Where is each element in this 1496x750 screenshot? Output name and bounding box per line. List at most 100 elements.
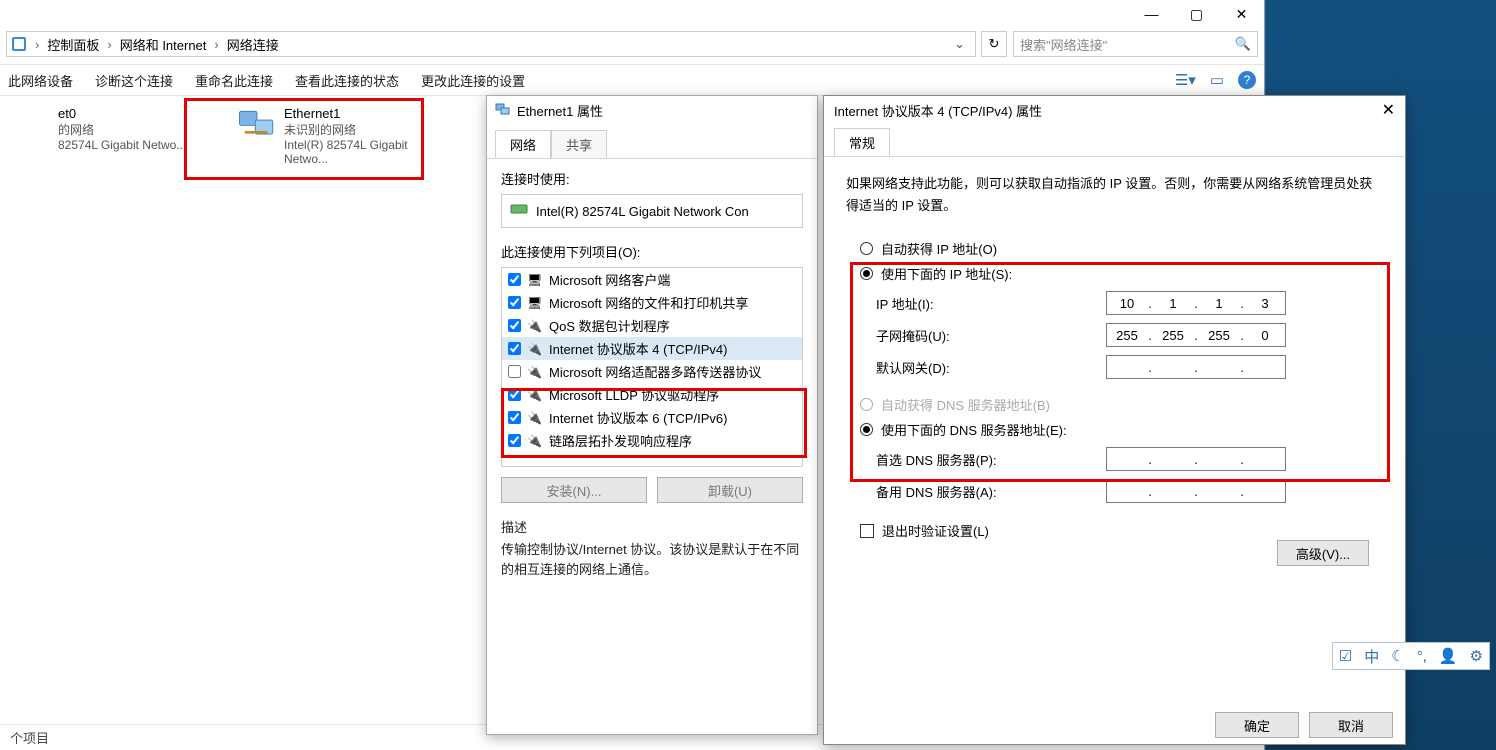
help-text: 如果网络支持此功能，则可以获取自动指派的 IP 设置。否则，你需要从网络系统管理…: [846, 173, 1383, 217]
cmd-change-settings[interactable]: 更改此连接的设置: [421, 71, 525, 90]
item-checkbox[interactable]: [508, 273, 521, 286]
cancel-button[interactable]: 取消: [1309, 712, 1393, 738]
item-checkbox[interactable]: [508, 388, 521, 401]
maximize-button[interactable]: ▢: [1174, 0, 1219, 28]
item-checkbox[interactable]: [508, 342, 521, 355]
help-icon[interactable]: ?: [1238, 71, 1256, 89]
service-icon: 🖥: [527, 296, 543, 310]
tab-general[interactable]: 常规: [834, 128, 890, 156]
cmd-diagnose[interactable]: 诊断这个连接: [95, 71, 173, 90]
octet[interactable]: 1: [1153, 296, 1193, 311]
close-icon[interactable]: ✕: [1382, 100, 1395, 120]
dns2-label: 备用 DNS 服务器(A):: [876, 482, 1106, 501]
ime-toolbar[interactable]: ☑ 中 ☾ °, 👤 ⚙: [1332, 642, 1490, 670]
cmd-view-status[interactable]: 查看此连接的状态: [295, 71, 399, 90]
tab-network[interactable]: 网络: [495, 130, 551, 158]
control-panel-icon: [11, 36, 27, 52]
connect-using-field[interactable]: Intel(R) 82574L Gigabit Network Con: [501, 194, 803, 228]
octet[interactable]: 255: [1199, 328, 1239, 343]
protocol-icon: 🔌: [527, 434, 543, 448]
uninstall-button[interactable]: 卸载(U): [657, 477, 803, 503]
radio-ip-manual[interactable]: 使用下面的 IP 地址(S):: [860, 264, 1369, 283]
ip-address-field[interactable]: 10. 1. 1. 3: [1106, 291, 1286, 315]
ip-address-label: IP 地址(I):: [876, 294, 1106, 313]
list-item[interactable]: 🖥Microsoft 网络的文件和打印机共享: [502, 291, 802, 314]
list-item[interactable]: 🔌 链路层拓扑发现响应程序: [502, 429, 802, 452]
nic-small-icon: [495, 101, 511, 120]
gateway-label: 默认网关(D):: [876, 358, 1106, 377]
item-label: Microsoft 网络客户端: [549, 270, 670, 289]
install-button[interactable]: 安装(N)...: [501, 477, 647, 503]
adapter-status: 的网络: [58, 121, 220, 138]
item-checkbox[interactable]: [508, 296, 521, 309]
connect-using-value: Intel(R) 82574L Gigabit Network Con: [536, 204, 749, 219]
cmd-organize[interactable]: 此网络设备: [8, 71, 73, 90]
item-label: Internet 协议版本 4 (TCP/IPv4): [549, 339, 727, 358]
crumb-network-connections[interactable]: 网络连接: [221, 35, 285, 54]
item-label: Microsoft LLDP 协议驱动程序: [549, 385, 719, 404]
crumb-drop-icon[interactable]: ⌄: [948, 36, 971, 52]
octet[interactable]: 255: [1153, 328, 1193, 343]
validate-label: 退出时验证设置(L): [882, 521, 989, 540]
octet[interactable]: 3: [1245, 296, 1285, 311]
ime-lang-icon[interactable]: 中: [1364, 646, 1379, 667]
octet[interactable]: 10: [1107, 296, 1147, 311]
cmd-rename[interactable]: 重命名此连接: [195, 71, 273, 90]
dns1-field[interactable]: . . .: [1106, 447, 1286, 471]
ime-check-icon[interactable]: ☑: [1339, 647, 1352, 665]
list-item-selected[interactable]: 🔌Internet 协议版本 4 (TCP/IPv4): [502, 337, 802, 360]
subnet-mask-label: 子网掩码(U):: [876, 326, 1106, 345]
adapter-ethernet1[interactable]: Ethernet1 未识别的网络 Intel(R) 82574L Gigabit…: [236, 106, 446, 714]
search-input[interactable]: 搜索"网络连接" 🔍: [1013, 31, 1258, 57]
search-placeholder: 搜索"网络连接": [1020, 35, 1235, 54]
subnet-mask-field[interactable]: 255. 255. 255. 0: [1106, 323, 1286, 347]
refresh-button[interactable]: ↻: [981, 31, 1007, 57]
minimize-button[interactable]: —: [1129, 0, 1174, 28]
list-item[interactable]: 🔌Internet 协议版本 6 (TCP/IPv6): [502, 406, 802, 429]
connect-using-label: 连接时使用:: [501, 169, 803, 188]
radio-label: 使用下面的 DNS 服务器地址(E):: [881, 420, 1067, 439]
list-item[interactable]: 🖥Microsoft 网络客户端: [502, 268, 802, 291]
command-bar: 此网络设备 诊断这个连接 重命名此连接 查看此连接的状态 更改此连接的设置 ☰▾…: [0, 64, 1264, 96]
gateway-field[interactable]: . . .: [1106, 355, 1286, 379]
ime-punct-icon[interactable]: °,: [1417, 648, 1427, 665]
octet[interactable]: 1: [1199, 296, 1239, 311]
list-item[interactable]: 🔌Microsoft 网络适配器多路传送器协议: [502, 360, 802, 383]
breadcrumb[interactable]: › 控制面板 › 网络和 Internet › 网络连接 ⌄: [6, 31, 976, 57]
protocol-icon: 🔌: [527, 365, 543, 379]
crumb-network-internet[interactable]: 网络和 Internet: [114, 35, 213, 54]
close-button[interactable]: ✕: [1219, 0, 1264, 28]
item-checkbox[interactable]: [508, 319, 521, 332]
list-item[interactable]: 🔌Microsoft LLDP 协议驱动程序: [502, 383, 802, 406]
radio-label: 使用下面的 IP 地址(S):: [881, 264, 1012, 283]
item-label: Internet 协议版本 6 (TCP/IPv6): [549, 408, 727, 427]
validate-checkbox[interactable]: [860, 524, 874, 538]
item-label: 链路层拓扑发现响应程序: [549, 431, 692, 450]
advanced-button[interactable]: 高级(V)...: [1277, 540, 1369, 566]
ime-user-icon[interactable]: 👤: [1439, 647, 1458, 665]
preview-pane-icon[interactable]: ▭: [1210, 71, 1224, 89]
view-mode-icon[interactable]: ☰▾: [1175, 71, 1196, 89]
adapter-ethernet0[interactable]: et0 的网络 82574L Gigabit Netwo...: [10, 106, 220, 714]
ime-moon-icon[interactable]: ☾: [1391, 647, 1404, 665]
item-checkbox[interactable]: [508, 434, 521, 447]
protocol-icon: 🔌: [527, 319, 543, 333]
titlebar: — ▢ ✕: [0, 0, 1264, 30]
desc-label: 描述: [501, 517, 803, 536]
items-list[interactable]: 🖥Microsoft 网络客户端 🖥Microsoft 网络的文件和打印机共享 …: [501, 267, 803, 467]
radio-dns-manual[interactable]: 使用下面的 DNS 服务器地址(E):: [860, 420, 1369, 439]
octet[interactable]: 255: [1107, 328, 1147, 343]
ok-button[interactable]: 确定: [1215, 712, 1299, 738]
list-item[interactable]: 🔌QoS 数据包计划程序: [502, 314, 802, 337]
dns2-field[interactable]: . . .: [1106, 479, 1286, 503]
ime-gear-icon[interactable]: ⚙: [1470, 647, 1483, 665]
crumb-control-panel[interactable]: 控制面板: [41, 35, 105, 54]
radio-icon: [860, 242, 873, 255]
item-checkbox[interactable]: [508, 365, 521, 378]
dialog-title: Ethernet1 属性: [517, 101, 603, 120]
item-checkbox[interactable]: [508, 411, 521, 424]
radio-icon: [860, 423, 873, 436]
tab-sharing[interactable]: 共享: [551, 130, 607, 158]
radio-ip-auto[interactable]: 自动获得 IP 地址(O): [860, 239, 1369, 258]
octet[interactable]: 0: [1245, 328, 1285, 343]
